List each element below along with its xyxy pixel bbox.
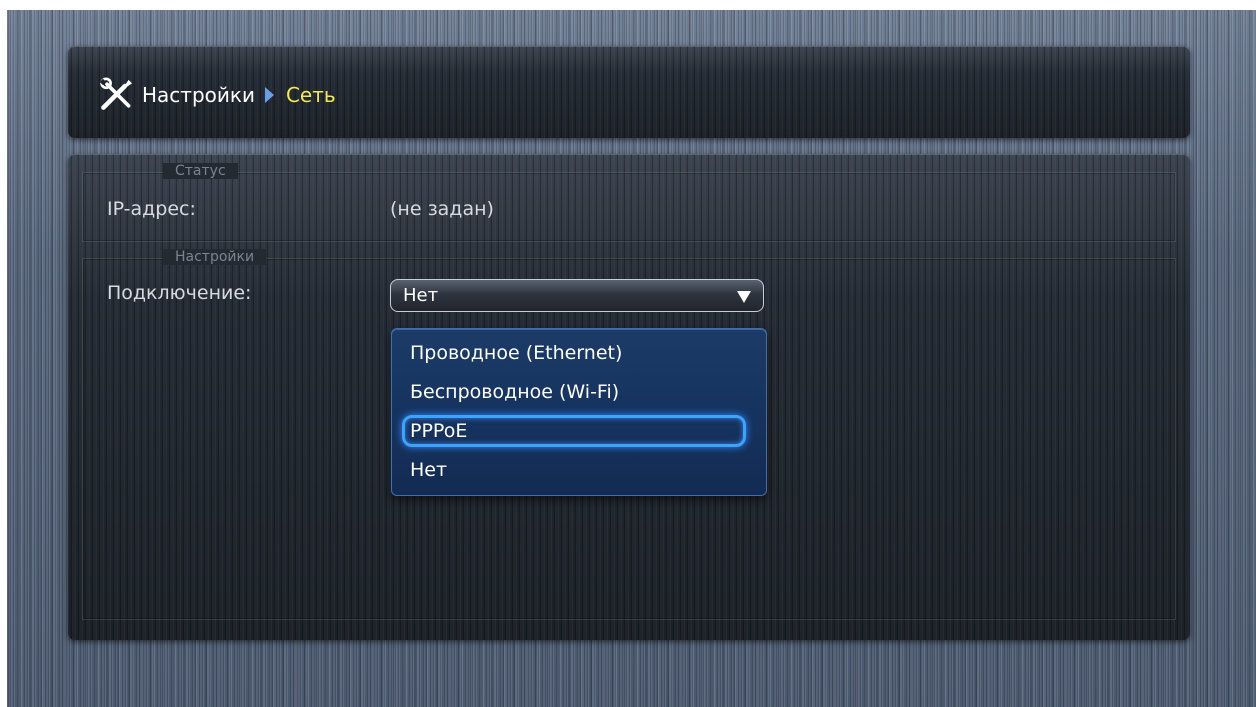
option-wifi[interactable]: Беспроводное (Wi-Fi): [402, 376, 746, 408]
breadcrumb-network: Сеть: [285, 83, 336, 107]
breadcrumb-settings[interactable]: Настройки: [142, 83, 255, 107]
ip-address-value: (не задан): [390, 198, 494, 220]
option-pppoe[interactable]: PPPoE: [402, 415, 746, 447]
connection-label: Подключение:: [107, 282, 252, 304]
triangle-down-icon: [737, 291, 751, 303]
tools-icon: [99, 77, 133, 110]
connection-dropdown: Проводное (Ethernet) Беспроводное (Wi-Fi…: [391, 328, 767, 496]
settings-legend: Настройки: [163, 249, 267, 265]
status-group: Статус: [82, 163, 1176, 242]
tv-screen: Настройки Сеть Статус IP-адрес: (не зада…: [7, 10, 1256, 707]
status-legend: Статус: [163, 163, 238, 179]
chevron-right-icon: [264, 87, 274, 103]
connection-select[interactable]: Нет: [390, 279, 764, 312]
ip-address-label: IP-адрес:: [107, 198, 196, 220]
option-ethernet[interactable]: Проводное (Ethernet): [402, 337, 746, 369]
option-none[interactable]: Нет: [402, 454, 746, 486]
header-panel: Настройки Сеть: [68, 46, 1190, 138]
breadcrumb: Настройки Сеть: [98, 77, 336, 112]
connection-select-value: Нет: [403, 285, 439, 306]
